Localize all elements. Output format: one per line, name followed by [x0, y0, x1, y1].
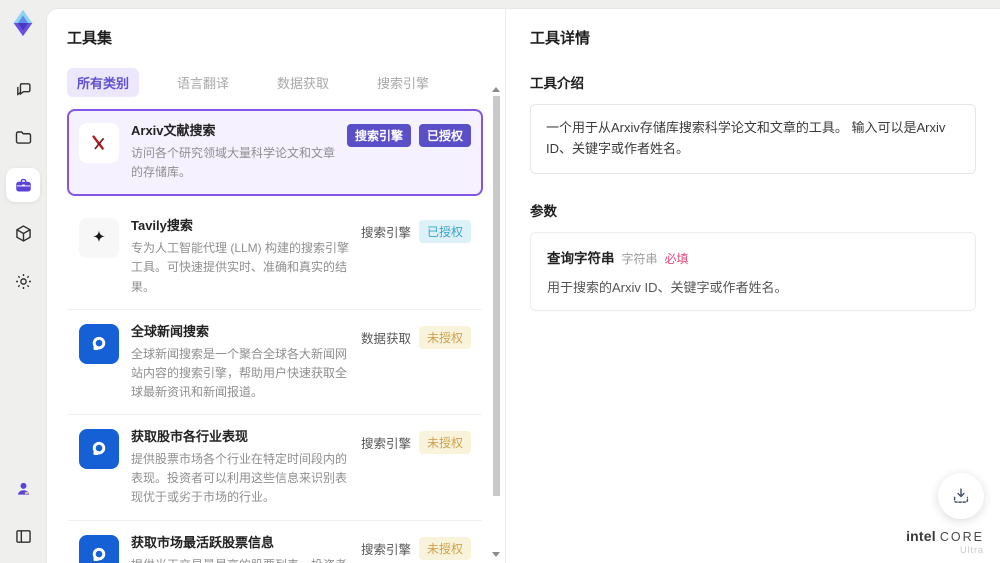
params-heading: 参数: [530, 203, 557, 219]
chat-icon[interactable]: [6, 72, 40, 106]
auth-badge: 未授权: [418, 536, 471, 560]
news-q-icon: [79, 534, 119, 563]
core-logo-text: CORE: [939, 529, 984, 544]
tool-desc: 提供当天交易量最高的股票列表。投资者可以利用这些信息来识别流动性强的股票和潜在的…: [131, 556, 351, 563]
auth-badge: 未授权: [418, 325, 471, 349]
tool-detail-panel: 工具详情 工具介绍 一个用于从Arxiv存储库搜索科学论文和文章的工具。 输入可…: [505, 9, 1000, 563]
list-scrollbar[interactable]: [491, 87, 501, 557]
category-badge: 搜索引擎: [346, 124, 411, 147]
tool-card-sector-performance[interactable]: 获取股市各行业表现 提供股票市场各个行业在特定时间段内的表现。投资者可以利用这些…: [67, 415, 483, 521]
tab-data-fetch[interactable]: 数据获取: [267, 68, 339, 97]
auth-badge: 已授权: [418, 124, 471, 147]
tab-all-categories[interactable]: 所有类别: [67, 68, 140, 97]
category-label: 数据获取: [360, 331, 411, 346]
tool-list: Arxiv文献搜索 访问各个研究领域大量科学论文和文章的存储库。 搜索引擎 已授…: [67, 109, 505, 563]
auth-badge: 未授权: [418, 431, 471, 455]
scrollbar-thumb[interactable]: [492, 96, 500, 496]
tool-list-panel: 工具集 所有类别 语言翻译 数据获取 搜索引擎 Arxiv文献搜索 访问各个研究…: [47, 9, 505, 563]
intro-text: 一个用于从Arxiv存储库搜索科学论文和文章的工具。 输入可以是Arxiv ID…: [530, 104, 976, 174]
panel-toggle-icon[interactable]: [6, 519, 40, 553]
tool-card-most-active-stocks[interactable]: 获取市场最活跃股票信息 提供当天交易量最高的股票列表。投资者可以利用这些信息来识…: [67, 520, 483, 563]
param-required-flag: 必填: [664, 251, 689, 266]
tool-name: 全球新闻搜索: [131, 323, 210, 339]
detail-title: 工具详情: [530, 30, 591, 47]
tool-name: 获取股市各行业表现: [131, 429, 249, 445]
main-card: 工具集 所有类别 语言翻译 数据获取 搜索引擎 Arxiv文献搜索 访问各个研究…: [46, 8, 1000, 563]
intel-logo-text: intel: [906, 527, 936, 544]
scroll-up-arrow[interactable]: [492, 87, 500, 92]
category-label: 搜索引擎: [360, 542, 411, 557]
news-q-icon: [79, 323, 119, 364]
tool-name: Arxiv文献搜索: [131, 123, 216, 138]
category-tabs: 所有类别 语言翻译 数据获取 搜索引擎: [67, 68, 505, 97]
avatar-icon[interactable]: [6, 471, 40, 505]
download-button[interactable]: [938, 473, 984, 519]
ultra-logo-text: Ultra: [959, 545, 984, 555]
param-name: 查询字符串: [547, 250, 615, 266]
tool-card-tavily[interactable]: Tavily搜索 专为人工智能代理 (LLM) 构建的搜索引擎工具。可快速提供实…: [67, 204, 483, 310]
tool-desc: 专为人工智能代理 (LLM) 构建的搜索引擎工具。可快速提供实时、准确和真实的结…: [131, 241, 350, 294]
scroll-down-arrow[interactable]: [492, 552, 500, 557]
param-card: 查询字符串 字符串 必填 用于搜索的Arxiv ID、关键字或作者姓名。: [530, 231, 976, 311]
news-q-icon: [79, 429, 119, 470]
tool-name: 获取市场最活跃股票信息: [131, 534, 275, 550]
tool-desc: 全球新闻搜索是一个聚合全球各大新闻网站内容的搜索引擎，帮助用户快速获取全球最新资…: [131, 346, 348, 399]
toolbox-icon[interactable]: [6, 168, 40, 202]
tool-card-global-news[interactable]: 全球新闻搜索 全球新闻搜索是一个聚合全球各大新闻网站内容的搜索引擎，帮助用户快速…: [67, 309, 483, 416]
left-rail: [0, 0, 46, 563]
cube-icon[interactable]: [6, 216, 40, 250]
category-label: 搜索引擎: [360, 226, 411, 241]
intro-heading: 工具介绍: [530, 76, 584, 91]
tool-desc: 提供股票市场各个行业在特定时间段内的表现。投资者可以利用这些信息来识别表现优于或…: [131, 452, 348, 505]
tool-desc: 访问各个研究领域大量科学论文和文章的存储库。: [131, 145, 336, 180]
folder-icon[interactable]: [6, 120, 40, 154]
intel-core-logo: intel CORE Ultra: [906, 529, 984, 556]
tab-search-engine[interactable]: 搜索引擎: [367, 68, 439, 97]
page-title: 工具集: [67, 30, 113, 47]
auth-badge: 已授权: [418, 220, 471, 244]
param-type: 字符串: [621, 251, 658, 266]
sparkle-icon: [79, 218, 119, 259]
category-label: 搜索引擎: [360, 437, 411, 452]
tab-language-translation[interactable]: 语言翻译: [167, 68, 239, 97]
settings-icon[interactable]: [6, 264, 40, 298]
arxiv-icon: [79, 123, 119, 163]
tool-card-arxiv[interactable]: Arxiv文献搜索 访问各个研究领域大量科学论文和文章的存储库。 搜索引擎 已授…: [67, 109, 483, 197]
tool-name: Tavily搜索: [131, 218, 193, 234]
app-logo: [8, 8, 38, 38]
param-desc: 用于搜索的Arxiv ID、关键字或作者姓名。: [547, 279, 788, 295]
